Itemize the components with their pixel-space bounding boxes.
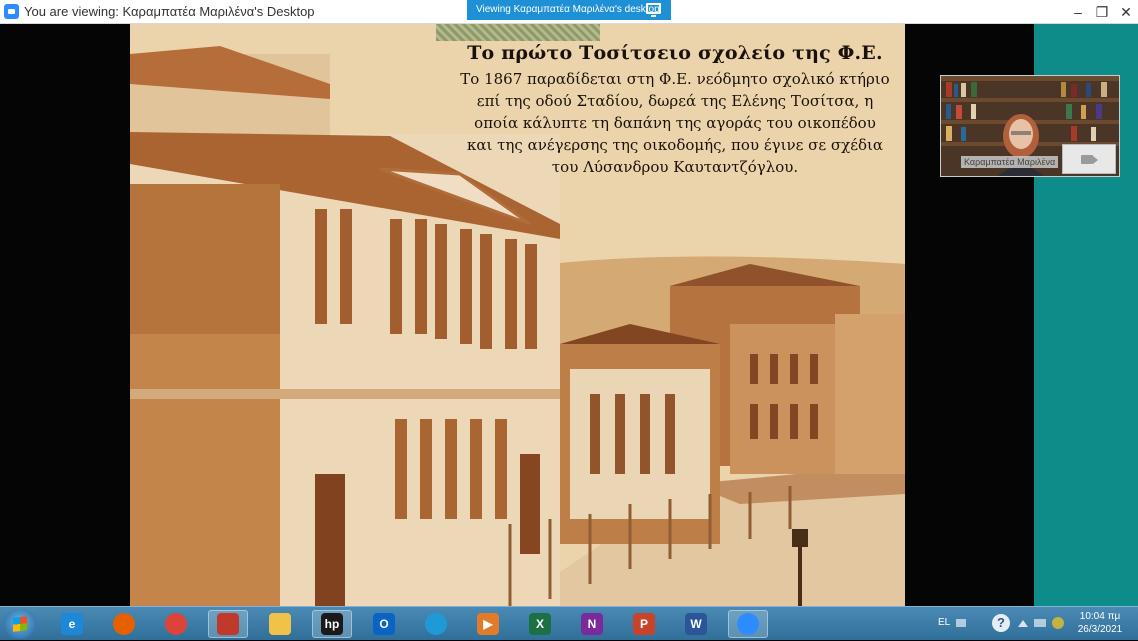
close-button[interactable]: ✕: [1114, 2, 1138, 22]
internet-explorer-glyph: e: [61, 613, 83, 635]
taskbar-word-icon[interactable]: W: [676, 610, 716, 638]
slide-body-line: του Λύσανδρου Καυταντζόγλου.: [551, 158, 799, 176]
slide-body-line: επί της οδού Σταδίου, δωρεά της Ελένης Τ…: [476, 92, 874, 110]
help-icon[interactable]: ?: [992, 614, 1010, 632]
outlook-glyph: O: [373, 613, 395, 635]
taskbar-firefox-icon[interactable]: [104, 610, 144, 638]
participant-video[interactable]: Καραμπατέα Μαριλένα: [940, 75, 1120, 177]
taskbar-internet-explorer-icon[interactable]: e: [52, 610, 92, 638]
minimize-button[interactable]: –: [1066, 2, 1090, 22]
zoom-logo-icon: [4, 4, 19, 19]
show-hidden-icons-icon[interactable]: [1018, 619, 1028, 627]
slide-title: Το πρώτο Τοσίτσειο σχολείο της Φ.Ε.: [467, 42, 883, 64]
viewing-banner-label: Viewing Καραμπατέα Μαριλένα's desktop: [476, 4, 660, 15]
taskbar-onenote-icon[interactable]: N: [572, 610, 612, 638]
shared-screen-area: Το πρώτο Τοσίτσειο σχολείο της Φ.Ε. Το 1…: [0, 24, 1138, 606]
signal-icon[interactable]: [1034, 619, 1046, 627]
file-explorer-glyph: [269, 613, 291, 635]
presentation-slide: Το πρώτο Τοσίτσειο σχολείο της Φ.Ε. Το 1…: [130, 24, 905, 606]
slide-body-line: Το 1867 παραδίδεται στη Φ.Ε. νεόδμητο σχ…: [460, 70, 890, 88]
slide-body: Το 1867 παραδίδεται στη Φ.Ε. νεόδμητο σχ…: [450, 68, 900, 178]
language-indicator[interactable]: EL: [938, 617, 950, 628]
taskbar-hp-app-icon[interactable]: hp: [312, 610, 352, 638]
taskbar-outlook-icon[interactable]: O: [364, 610, 404, 638]
zoom-meeting-glyph: [737, 613, 759, 635]
onenote-glyph: N: [581, 613, 603, 635]
slide-decoration-tab: [436, 24, 600, 41]
excel-glyph: X: [529, 613, 551, 635]
taskbar-powerpoint-icon[interactable]: P: [624, 610, 664, 638]
slide-body-line: και της ανέγερσης της οικοδομής, που έγι…: [466, 136, 884, 154]
window-title-bar: You are viewing: Καραμπατέα Μαριλένα's D…: [0, 0, 1138, 24]
slide-body-line: οποία κάλυπτε τη δαπάνη της αγοράς του ο…: [474, 114, 876, 132]
zoom-app-glyph: [217, 613, 239, 635]
taskbar-file-explorer-icon[interactable]: [260, 610, 300, 638]
powerpoint-glyph: P: [633, 613, 655, 635]
hp-app-glyph: hp: [321, 613, 343, 635]
taskbar-media-player-icon[interactable]: ▶: [468, 610, 508, 638]
taskbar-zoom-app-icon[interactable]: [208, 610, 248, 638]
keyboard-icon[interactable]: [956, 619, 966, 627]
participant-name-tag: Καραμπατέα Μαριλένα: [961, 156, 1059, 168]
taskbar-chrome-icon[interactable]: [156, 610, 196, 638]
monitor-icon: [646, 3, 661, 17]
firefox-glyph: [113, 613, 135, 635]
taskbar-edge-icon[interactable]: [416, 610, 456, 638]
taskbar-zoom-meeting-icon[interactable]: [728, 610, 768, 638]
window-title: You are viewing: Καραμπατέα Μαριλένα's D…: [24, 4, 315, 19]
edge-glyph: [425, 613, 447, 635]
start-button[interactable]: [3, 609, 37, 639]
video-camera-icon[interactable]: [1062, 144, 1116, 174]
windows-taskbar: e hp O ▶ X N P W EL ? 10:04 πμ 26/3/2021: [0, 606, 1138, 640]
word-glyph: W: [685, 613, 707, 635]
viewing-banner[interactable]: Viewing Καραμπατέα Μαριλένα's desktop: [467, 0, 671, 20]
slide-text-block: Το πρώτο Τοσίτσειο σχολείο της Φ.Ε. Το 1…: [450, 42, 900, 178]
clock-date: 26/3/2021: [1077, 624, 1123, 635]
clock[interactable]: 10:04 πμ 26/3/2021: [1072, 610, 1128, 636]
chrome-glyph: [165, 613, 187, 635]
media-player-glyph: ▶: [477, 613, 499, 635]
clock-time: 10:04 πμ: [1079, 611, 1121, 622]
norton-shield-icon[interactable]: [1052, 617, 1064, 629]
taskbar-excel-icon[interactable]: X: [520, 610, 560, 638]
restore-button[interactable]: ❐: [1090, 2, 1114, 22]
